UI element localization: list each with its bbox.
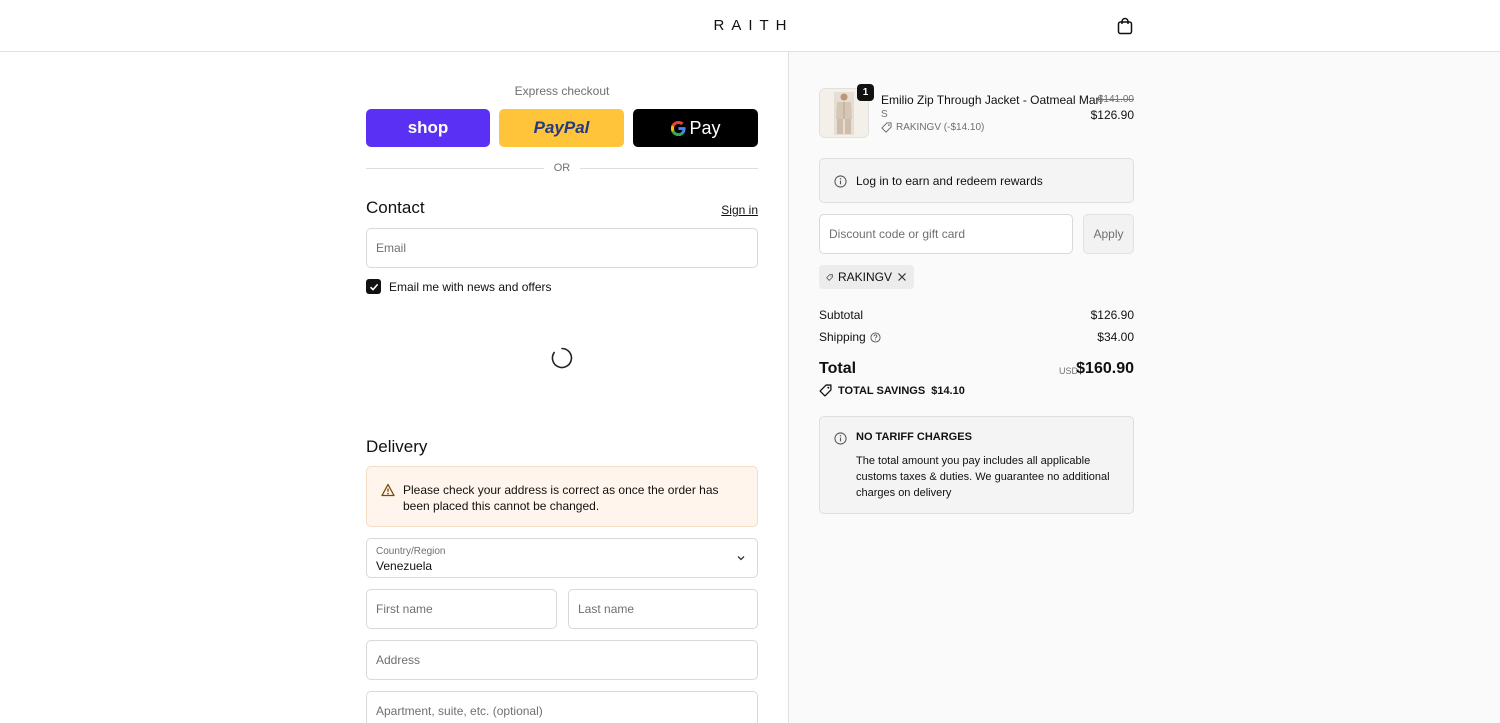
savings-label: TOTAL SAVINGS bbox=[838, 384, 926, 397]
quantity-badge: 1 bbox=[857, 84, 874, 101]
subtotal-value: $126.90 bbox=[1090, 308, 1134, 322]
apartment-field[interactable]: Apartment, suite, etc. (optional) bbox=[366, 691, 758, 723]
tariff-info-box: NO TARIFF CHARGES The total amount you p… bbox=[819, 416, 1134, 514]
tariff-body: The total amount you pay includes all ap… bbox=[856, 455, 1110, 499]
address-warning-notice: Please check your address is correct as … bbox=[366, 466, 758, 527]
newsletter-option: Email me with news and offers bbox=[366, 279, 552, 294]
discount-code-input[interactable]: Discount code or gift card bbox=[819, 214, 1073, 254]
shopping-bag-icon bbox=[1117, 17, 1133, 35]
brand-logo[interactable]: RAITH bbox=[0, 17, 1500, 34]
address-warning-text: Please check your address is correct as … bbox=[403, 483, 719, 513]
or-divider: OR bbox=[366, 162, 758, 176]
tag-icon bbox=[826, 273, 833, 281]
shop-pay-button[interactable]: shop bbox=[366, 109, 490, 147]
shipping-label: Shipping bbox=[819, 330, 866, 344]
first-name-field[interactable]: First name bbox=[366, 589, 557, 629]
shipping-row-label: Shipping bbox=[819, 330, 881, 344]
total-savings: TOTAL SAVINGS $14.10 bbox=[819, 384, 965, 397]
or-label: OR bbox=[545, 162, 579, 174]
subtotal-label: Subtotal bbox=[819, 308, 864, 322]
tariff-title: NO TARIFF CHARGES bbox=[856, 431, 972, 443]
help-icon[interactable] bbox=[870, 331, 881, 343]
remove-code-button[interactable] bbox=[897, 272, 907, 282]
apply-discount-button[interactable]: Apply bbox=[1083, 214, 1134, 254]
shop-pay-label: shop bbox=[407, 118, 449, 137]
savings-value: $14.10 bbox=[931, 384, 965, 397]
item-variant: S bbox=[881, 109, 888, 120]
rewards-login-banner[interactable]: Log in to earn and redeem rewards bbox=[819, 158, 1134, 203]
tag-icon bbox=[819, 384, 832, 397]
paypal-label: PayPal bbox=[533, 118, 590, 137]
applied-code-tag: RAKINGV bbox=[819, 265, 914, 289]
google-pay-button[interactable]: Pay bbox=[633, 109, 758, 147]
item-price: $126.90 bbox=[1090, 108, 1134, 122]
cart-button[interactable] bbox=[1114, 15, 1136, 37]
paypal-button[interactable]: PayPal bbox=[499, 109, 624, 147]
apartment-placeholder: Apartment, suite, etc. (optional) bbox=[376, 704, 543, 718]
info-icon bbox=[834, 432, 847, 445]
last-name-placeholder: Last name bbox=[578, 602, 635, 616]
delivery-title: Delivery bbox=[366, 437, 428, 456]
total-label: Total bbox=[819, 360, 857, 377]
checkmark-icon bbox=[369, 283, 378, 291]
tag-icon bbox=[881, 122, 892, 133]
sign-in-link[interactable]: Sign in bbox=[700, 203, 758, 217]
express-checkout-title: Express checkout bbox=[514, 84, 610, 98]
discount-placeholder: Discount code or gift card bbox=[829, 227, 966, 241]
item-discount-text: RAKINGV (-$14.10) bbox=[896, 122, 985, 133]
site-header: RAITH bbox=[0, 0, 1500, 52]
info-icon bbox=[834, 175, 847, 188]
applied-code-label: RAKINGV bbox=[837, 270, 892, 284]
google-pay-label: Pay bbox=[689, 117, 721, 138]
address-field[interactable]: Address bbox=[366, 640, 758, 680]
contact-title: Contact bbox=[366, 198, 425, 217]
item-original-price: $141.00 bbox=[1097, 94, 1134, 105]
item-discount: RAKINGV (-$14.10) bbox=[881, 122, 984, 133]
email-field[interactable]: Email bbox=[366, 228, 758, 268]
loading-spinner-icon bbox=[551, 347, 573, 369]
country-value: Venezuela bbox=[376, 559, 433, 573]
email-placeholder: Email bbox=[376, 241, 407, 255]
shipping-value: $34.00 bbox=[1097, 330, 1134, 344]
newsletter-label: Email me with news and offers bbox=[389, 279, 552, 294]
country-label: Country/Region bbox=[376, 546, 446, 557]
total-value: $160.90 bbox=[1076, 360, 1134, 377]
country-select[interactable]: Country/Region Venezuela bbox=[366, 538, 758, 578]
first-name-placeholder: First name bbox=[376, 602, 433, 616]
address-placeholder: Address bbox=[376, 653, 421, 667]
newsletter-checkbox[interactable] bbox=[366, 279, 381, 294]
chevron-down-icon bbox=[737, 556, 745, 561]
last-name-field[interactable]: Last name bbox=[568, 589, 758, 629]
rewards-text: Log in to earn and redeem rewards bbox=[856, 174, 1043, 188]
google-g-icon bbox=[671, 120, 687, 136]
warning-icon bbox=[381, 483, 395, 497]
close-icon bbox=[898, 273, 906, 281]
